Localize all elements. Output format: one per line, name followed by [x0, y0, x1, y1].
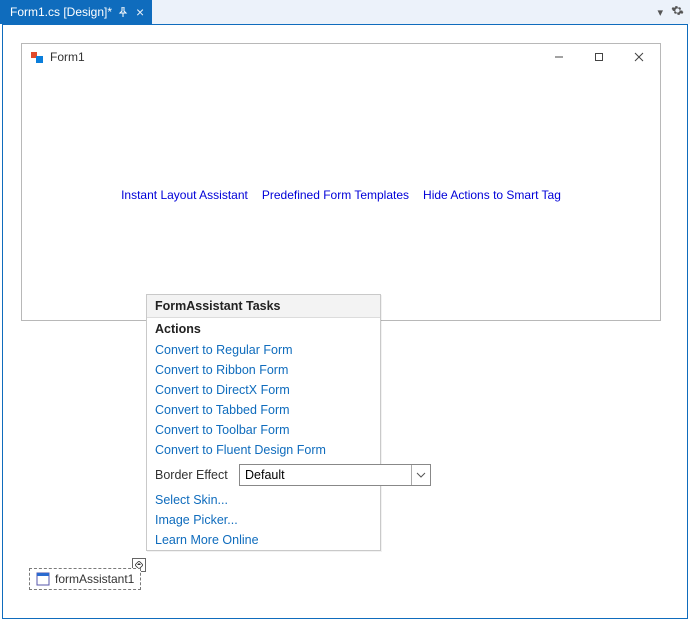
- smarttag-section-actions: Actions: [147, 318, 380, 340]
- action-convert-tabbed[interactable]: Convert to Tabbed Form: [147, 400, 380, 420]
- border-effect-row: Border Effect: [147, 460, 380, 490]
- tray-item-label: formAssistant1: [55, 572, 134, 586]
- tray-item-formassistant1[interactable]: formAssistant1: [29, 568, 141, 590]
- border-effect-label: Border Effect: [155, 468, 231, 482]
- action-image-picker[interactable]: Image Picker...: [147, 510, 380, 530]
- smarttag-title: FormAssistant Tasks: [147, 295, 380, 318]
- maximize-button[interactable]: [582, 47, 616, 67]
- action-learn-more[interactable]: Learn More Online: [147, 530, 380, 550]
- minimize-button[interactable]: [542, 47, 576, 67]
- form-titlebar: Form1: [22, 44, 660, 70]
- action-select-skin[interactable]: Select Skin...: [147, 490, 380, 510]
- border-effect-input[interactable]: [240, 465, 411, 485]
- action-convert-regular[interactable]: Convert to Regular Form: [147, 340, 380, 360]
- action-convert-toolbar[interactable]: Convert to Toolbar Form: [147, 420, 380, 440]
- action-convert-directx[interactable]: Convert to DirectX Form: [147, 380, 380, 400]
- hide-actions-link[interactable]: Hide Actions to Smart Tag: [423, 188, 561, 202]
- form-templates-link[interactable]: Predefined Form Templates: [262, 188, 409, 202]
- form-designer-surface[interactable]: Form1 Instant Layout Assistant Predefine…: [21, 43, 661, 321]
- action-convert-ribbon[interactable]: Convert to Ribbon Form: [147, 360, 380, 380]
- document-tab-form1-design[interactable]: Form1.cs [Design]* ×: [0, 0, 152, 24]
- window-dropdown-icon[interactable]: ▾: [657, 6, 663, 19]
- chevron-down-icon[interactable]: [411, 465, 430, 485]
- component-tray: formAssistant1: [29, 568, 141, 590]
- pin-icon[interactable]: [118, 7, 128, 17]
- document-tab-strip: Form1.cs [Design]* × ▾: [0, 0, 690, 24]
- form-title-text: Form1: [50, 50, 85, 64]
- form-client-area[interactable]: Instant Layout Assistant Predefined Form…: [22, 70, 660, 319]
- app-icon: [30, 50, 44, 64]
- document-tab-title: Form1.cs [Design]*: [10, 5, 112, 19]
- component-icon: [36, 572, 50, 586]
- close-tab-button[interactable]: ×: [134, 4, 146, 20]
- smarttag-panel: FormAssistant Tasks Actions Convert to R…: [146, 294, 381, 551]
- layout-assistant-link[interactable]: Instant Layout Assistant: [121, 188, 248, 202]
- designer-pane: Form1 Instant Layout Assistant Predefine…: [2, 24, 688, 619]
- close-button[interactable]: [622, 47, 656, 67]
- border-effect-combo[interactable]: [239, 464, 431, 486]
- action-convert-fluent[interactable]: Convert to Fluent Design Form: [147, 440, 380, 460]
- gear-icon[interactable]: [671, 4, 684, 20]
